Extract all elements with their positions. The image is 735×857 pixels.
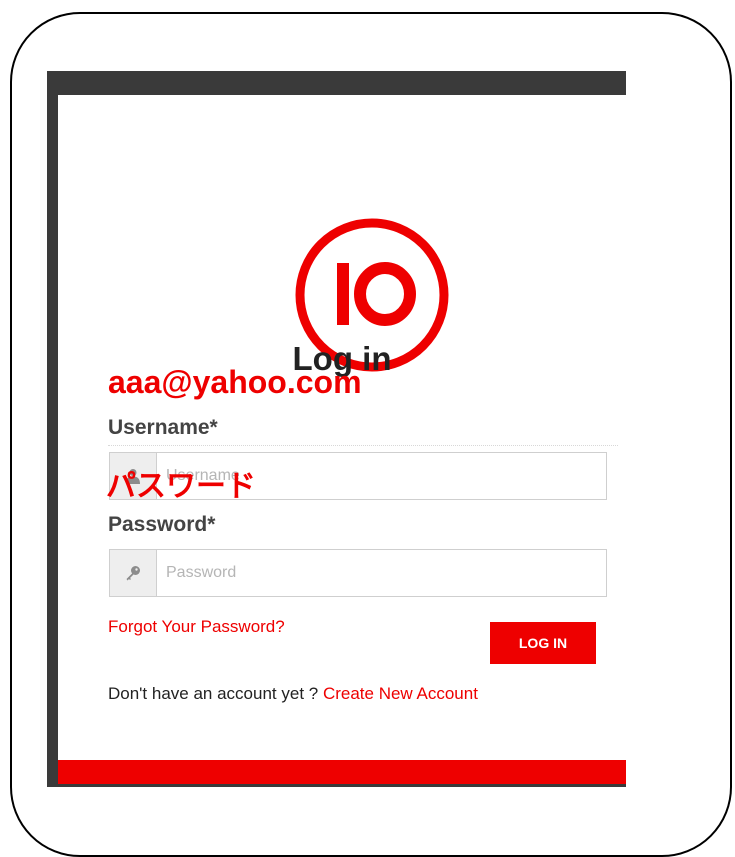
login-button[interactable]: LOG IN [490, 622, 596, 664]
key-icon [126, 566, 140, 581]
signup-row: Don't have an account yet ? Create New A… [108, 684, 478, 704]
login-widget: Log in Username* Username Password* Pass… [47, 71, 626, 787]
divider [108, 445, 618, 446]
password-label: Password* [108, 513, 216, 536]
signup-prompt: Don't have an account yet ? [108, 684, 323, 703]
forgot-password-link[interactable]: Forgot Your Password? [108, 617, 285, 637]
username-value-annotation: aaa@yahoo.com [108, 364, 362, 400]
username-label: Username* [108, 416, 218, 439]
password-value-annotation: パスワード [106, 469, 256, 504]
password-addon [110, 550, 157, 596]
login-card: Log in Username* Username Password* Pass… [58, 95, 626, 760]
create-account-link[interactable]: Create New Account [323, 684, 478, 703]
password-placeholder: Password [166, 564, 237, 581]
password-field[interactable]: Password [109, 549, 607, 597]
footer-bar [58, 760, 626, 784]
